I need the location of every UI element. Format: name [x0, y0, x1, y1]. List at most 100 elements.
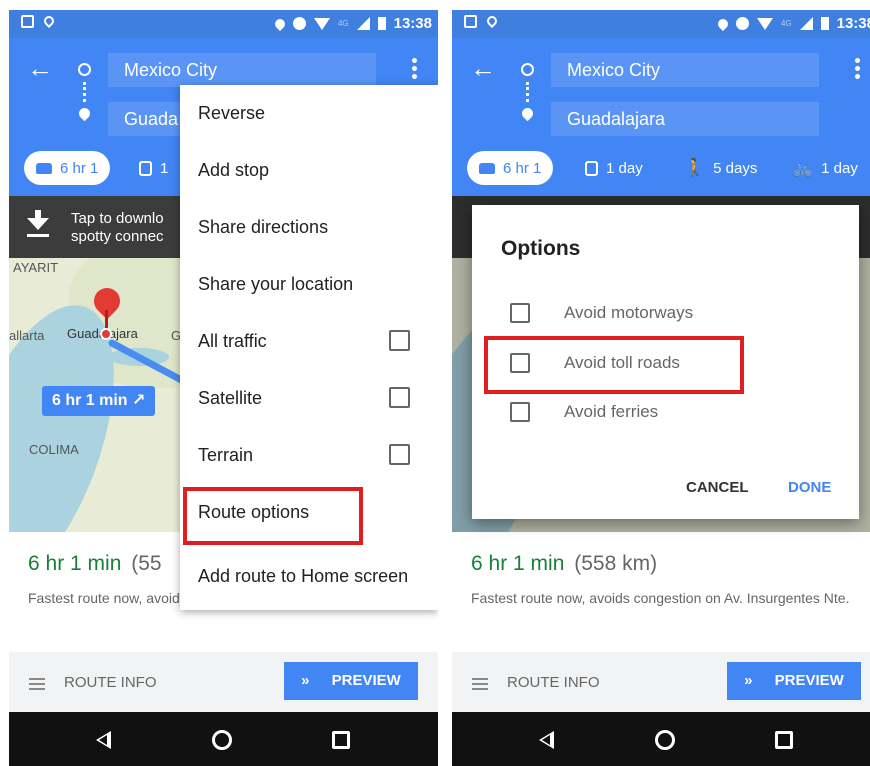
clock: 13:38	[393, 15, 432, 32]
menu-item-add-route-home[interactable]: Add route to Home screen	[180, 548, 438, 605]
signal-icon	[799, 17, 813, 30]
back-arrow-icon[interactable]: ←	[470, 55, 496, 81]
nav-back-icon[interactable]	[96, 731, 111, 749]
mode-transit-label: 1 day	[606, 159, 643, 177]
network-type: 4G	[337, 19, 349, 28]
clock: 13:38	[836, 15, 870, 32]
nav-home-icon[interactable]	[212, 730, 232, 750]
map-label-colima: COLIMA	[29, 442, 79, 457]
summary-description: Fastest route now, avoids congestion on …	[471, 590, 850, 606]
double-chevron-icon: »	[744, 672, 753, 689]
route-info-button[interactable]: ROUTE INFO	[64, 674, 157, 691]
summary-distance: (558 km)	[574, 552, 658, 575]
mode-drive-label: 6 hr 1	[60, 159, 99, 177]
android-nav-bar	[452, 712, 870, 766]
preview-button[interactable]: » PREVIEW	[727, 662, 861, 700]
mode-drive[interactable]: 6 hr 1	[467, 151, 554, 185]
walk-icon: 🚶	[684, 158, 706, 177]
menu-item-satellite[interactable]: Satellite	[180, 370, 438, 427]
terrain-checkbox[interactable]	[389, 444, 410, 465]
done-button[interactable]: DONE	[788, 479, 831, 496]
preview-button[interactable]: » PREVIEW	[284, 662, 418, 700]
origin-field[interactable]: Mexico City	[551, 53, 819, 87]
menu-item-terrain[interactable]: Terrain	[180, 427, 438, 484]
pin-icon	[484, 13, 500, 29]
route-summary: 6 hr 1 min (558 km) Fastest route now, a…	[452, 532, 870, 642]
bus-icon	[585, 160, 598, 176]
destination-pin-icon	[519, 105, 536, 122]
menu-item-all-traffic[interactable]: All traffic	[180, 313, 438, 370]
origin-circle-icon	[521, 63, 534, 76]
mode-walk-label: 5 days	[713, 159, 758, 177]
mode-drive-label: 6 hr 1	[503, 159, 542, 177]
dnd-icon	[292, 17, 306, 30]
back-arrow-icon[interactable]: ←	[27, 55, 53, 81]
image-icon	[464, 15, 477, 28]
overflow-menu-icon[interactable]	[412, 58, 418, 80]
route-dots-icon	[526, 82, 529, 102]
mode-transit[interactable]: 1	[139, 151, 168, 185]
car-icon	[479, 162, 495, 174]
satellite-checkbox[interactable]	[389, 387, 410, 408]
route-info-button[interactable]: ROUTE INFO	[507, 674, 600, 691]
mode-bike-label: 1 day	[821, 159, 858, 177]
wifi-icon	[313, 17, 330, 30]
battery-icon	[820, 17, 829, 30]
menu-item-share-directions[interactable]: Share directions	[180, 199, 438, 256]
location-icon	[715, 16, 731, 31]
destination-field[interactable]: Guada	[108, 102, 188, 136]
bus-icon	[139, 160, 152, 176]
destination-field[interactable]: Guadalajara	[551, 102, 819, 136]
banner-text: Tap to downlo spotty connec	[71, 210, 164, 245]
origin-field[interactable]: Mexico City	[108, 53, 376, 87]
nav-home-icon[interactable]	[655, 730, 675, 750]
option-avoid-motorways[interactable]: Avoid motorways	[510, 298, 693, 328]
directions-header: ← Mexico City Guadalajara	[452, 38, 870, 146]
mode-walk[interactable]: 🚶 5 days	[684, 151, 757, 185]
network-type: 4G	[780, 19, 792, 28]
bottom-actions: ROUTE INFO » PREVIEW	[452, 652, 870, 712]
battery-icon	[377, 17, 386, 30]
location-icon	[272, 16, 288, 31]
option-avoid-ferries[interactable]: Avoid ferries	[510, 397, 658, 427]
signal-icon	[356, 17, 370, 30]
menu-item-terrain-label: Terrain	[198, 445, 254, 465]
avoid-motorways-checkbox[interactable]	[510, 303, 530, 323]
mode-transit[interactable]: 1 day	[585, 151, 643, 185]
menu-item-share-location[interactable]: Share your location	[180, 256, 438, 313]
highlight-avoid-toll-roads	[484, 336, 744, 394]
nav-recents-icon[interactable]	[775, 731, 793, 749]
menu-item-add-stop[interactable]: Add stop	[180, 142, 438, 199]
nav-recents-icon[interactable]	[332, 731, 350, 749]
phone-screen-options: 4G 13:38 ← Mexico City Guadalajara 6 hr …	[452, 10, 870, 766]
travel-modes: 6 hr 1 1 day 🚶 5 days 🚲 1 day	[452, 146, 870, 196]
pin-stem	[105, 310, 108, 328]
bottom-actions: ROUTE INFO » PREVIEW	[9, 652, 438, 712]
origin-circle-icon	[78, 63, 91, 76]
preview-label: PREVIEW	[774, 672, 844, 689]
double-chevron-icon: »	[301, 672, 310, 689]
menu-item-satellite-label: Satellite	[198, 388, 263, 408]
dnd-icon	[735, 17, 749, 30]
summary-distance: (55	[131, 552, 162, 575]
list-icon	[472, 678, 488, 690]
menu-item-reverse[interactable]: Reverse	[180, 85, 438, 142]
summary-duration: 6 hr 1 min	[28, 552, 122, 575]
nav-back-icon[interactable]	[539, 731, 554, 749]
all-traffic-checkbox[interactable]	[389, 330, 410, 351]
route-dots-icon	[83, 82, 86, 102]
avoid-motorways-label: Avoid motorways	[564, 303, 694, 322]
pin-icon	[41, 13, 57, 29]
avoid-ferries-checkbox[interactable]	[510, 402, 530, 422]
mode-transit-label: 1	[160, 159, 169, 177]
list-icon	[29, 678, 45, 690]
route-time-chip[interactable]: 6 hr 1 min ↗	[42, 386, 156, 416]
mode-bike[interactable]: 🚲 1 day	[792, 151, 858, 185]
wifi-icon	[756, 17, 773, 30]
dialog-title: Options	[501, 237, 581, 260]
cancel-button[interactable]: CANCEL	[686, 479, 749, 496]
overflow-menu-icon[interactable]	[855, 58, 861, 80]
avoid-ferries-label: Avoid ferries	[564, 402, 659, 421]
mode-drive[interactable]: 6 hr 1	[24, 151, 111, 185]
summary-duration: 6 hr 1 min	[471, 552, 565, 575]
